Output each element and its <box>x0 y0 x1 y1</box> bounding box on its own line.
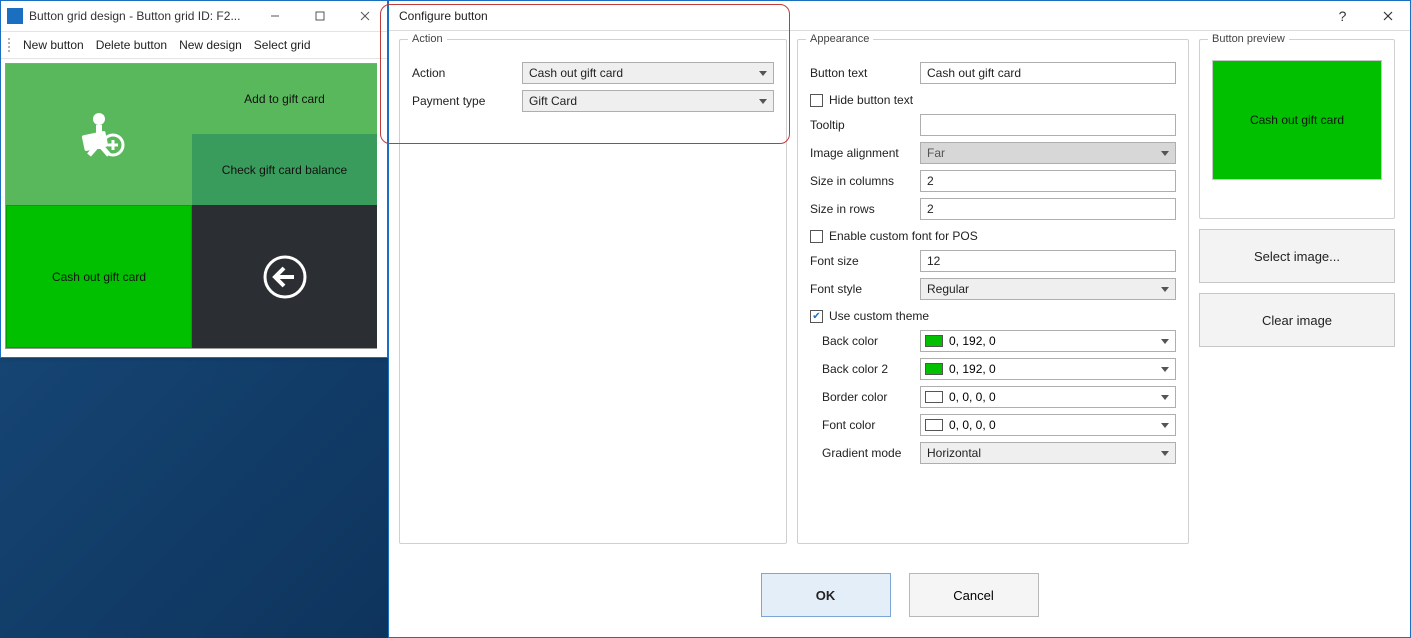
color-swatch-icon <box>925 363 943 375</box>
font-style-combobox[interactable]: Regular <box>920 278 1176 300</box>
label-use-custom-theme: Use custom theme <box>829 309 929 323</box>
dialog-title: Configure button <box>399 9 1320 23</box>
action-combobox[interactable]: Cash out gift card <box>522 62 774 84</box>
tooltip-input[interactable] <box>920 114 1176 136</box>
close-button[interactable] <box>1365 1 1410 31</box>
grid-button-label: Add to gift card <box>244 92 325 106</box>
grid-button-label: Cash out gift card <box>52 270 146 284</box>
button-preview-label: Cash out gift card <box>1250 113 1344 127</box>
label-font-size: Font size <box>810 254 920 268</box>
grid-toolbar: New button Delete button New design Sele… <box>1 31 387 59</box>
label-size-cols: Size in columns <box>810 174 920 188</box>
button-preview-group: Button preview Cash out gift card <box>1199 39 1395 219</box>
label-font-style: Font style <box>810 282 920 296</box>
maximize-button[interactable] <box>297 1 342 31</box>
dialog-titlebar[interactable]: Configure button ? <box>389 1 1410 31</box>
gradient-mode-combobox[interactable]: Horizontal <box>920 442 1176 464</box>
grid-button-back[interactable] <box>192 205 377 348</box>
back-color-2-picker[interactable]: 0, 192, 0 <box>920 358 1176 380</box>
label-hide-button-text: Hide button text <box>829 93 913 107</box>
select-image-button[interactable]: Select image... <box>1199 229 1395 283</box>
font-color-picker[interactable]: 0, 0, 0, 0 <box>920 414 1176 436</box>
label-enable-custom-font: Enable custom font for POS <box>829 229 978 243</box>
hide-button-text-checkbox[interactable] <box>810 94 823 107</box>
toolbar-new-design[interactable]: New design <box>179 38 242 52</box>
label-action: Action <box>412 66 522 80</box>
size-rows-input[interactable]: 2 <box>920 198 1176 220</box>
label-font-color: Font color <box>810 418 920 432</box>
font-size-input[interactable]: 12 <box>920 250 1176 272</box>
label-border-color: Border color <box>810 390 920 404</box>
app-icon <box>7 8 23 24</box>
grid-button-icon-large[interactable] <box>6 64 192 205</box>
ok-button[interactable]: OK <box>761 573 891 617</box>
appearance-group: Appearance Button text Cash out gift car… <box>797 39 1189 544</box>
label-back-color: Back color <box>810 334 920 348</box>
action-group-legend: Action <box>408 33 447 45</box>
preview-group-legend: Button preview <box>1208 33 1289 45</box>
minimize-button[interactable] <box>252 1 297 31</box>
help-button[interactable]: ? <box>1320 1 1365 31</box>
grid-button-check-balance[interactable]: Check gift card balance <box>192 134 377 205</box>
person-card-plus-icon <box>69 105 129 165</box>
color-swatch-icon <box>925 335 943 347</box>
grid-button-add-to-gift-card[interactable]: Add to gift card <box>192 64 377 134</box>
label-image-alignment: Image alignment <box>810 146 920 160</box>
toolbar-select-grid[interactable]: Select grid <box>254 38 311 52</box>
dialog-footer: OK Cancel <box>389 573 1410 627</box>
button-preview: Cash out gift card <box>1212 60 1382 180</box>
toolbar-new-button[interactable]: New button <box>23 38 84 52</box>
grid-button-cash-out[interactable]: Cash out gift card <box>6 205 192 348</box>
button-grid-canvas[interactable]: Add to gift card Check gift card balance… <box>5 63 377 349</box>
enable-custom-font-checkbox[interactable] <box>810 230 823 243</box>
cancel-button[interactable]: Cancel <box>909 573 1039 617</box>
button-text-input[interactable]: Cash out gift card <box>920 62 1176 84</box>
payment-type-combobox[interactable]: Gift Card <box>522 90 774 112</box>
label-back-color-2: Back color 2 <box>810 362 920 376</box>
border-color-picker[interactable]: 0, 0, 0, 0 <box>920 386 1176 408</box>
toolbar-grip-icon <box>7 37 11 53</box>
grid-window-title: Button grid design - Button grid ID: F2.… <box>29 9 252 23</box>
back-arrow-icon <box>260 252 310 302</box>
label-size-rows: Size in rows <box>810 202 920 216</box>
appearance-group-legend: Appearance <box>806 33 873 45</box>
label-tooltip: Tooltip <box>810 118 920 132</box>
button-grid-design-window: Button grid design - Button grid ID: F2.… <box>0 0 388 358</box>
configure-button-dialog: Configure button ? Action Action Cash ou… <box>388 0 1411 638</box>
toolbar-delete-button[interactable]: Delete button <box>96 38 167 52</box>
label-button-text: Button text <box>810 66 920 80</box>
image-alignment-combobox[interactable]: Far <box>920 142 1176 164</box>
color-swatch-icon <box>925 391 943 403</box>
label-payment-type: Payment type <box>412 94 522 108</box>
label-gradient-mode: Gradient mode <box>810 446 920 460</box>
action-group: Action Action Cash out gift card Payment… <box>399 39 787 544</box>
use-custom-theme-checkbox[interactable]: ✔ <box>810 310 823 323</box>
grid-window-titlebar[interactable]: Button grid design - Button grid ID: F2.… <box>1 1 387 31</box>
back-color-picker[interactable]: 0, 192, 0 <box>920 330 1176 352</box>
close-button[interactable] <box>342 1 387 31</box>
clear-image-button[interactable]: Clear image <box>1199 293 1395 347</box>
size-cols-input[interactable]: 2 <box>920 170 1176 192</box>
grid-button-label: Check gift card balance <box>222 163 347 177</box>
color-swatch-icon <box>925 419 943 431</box>
